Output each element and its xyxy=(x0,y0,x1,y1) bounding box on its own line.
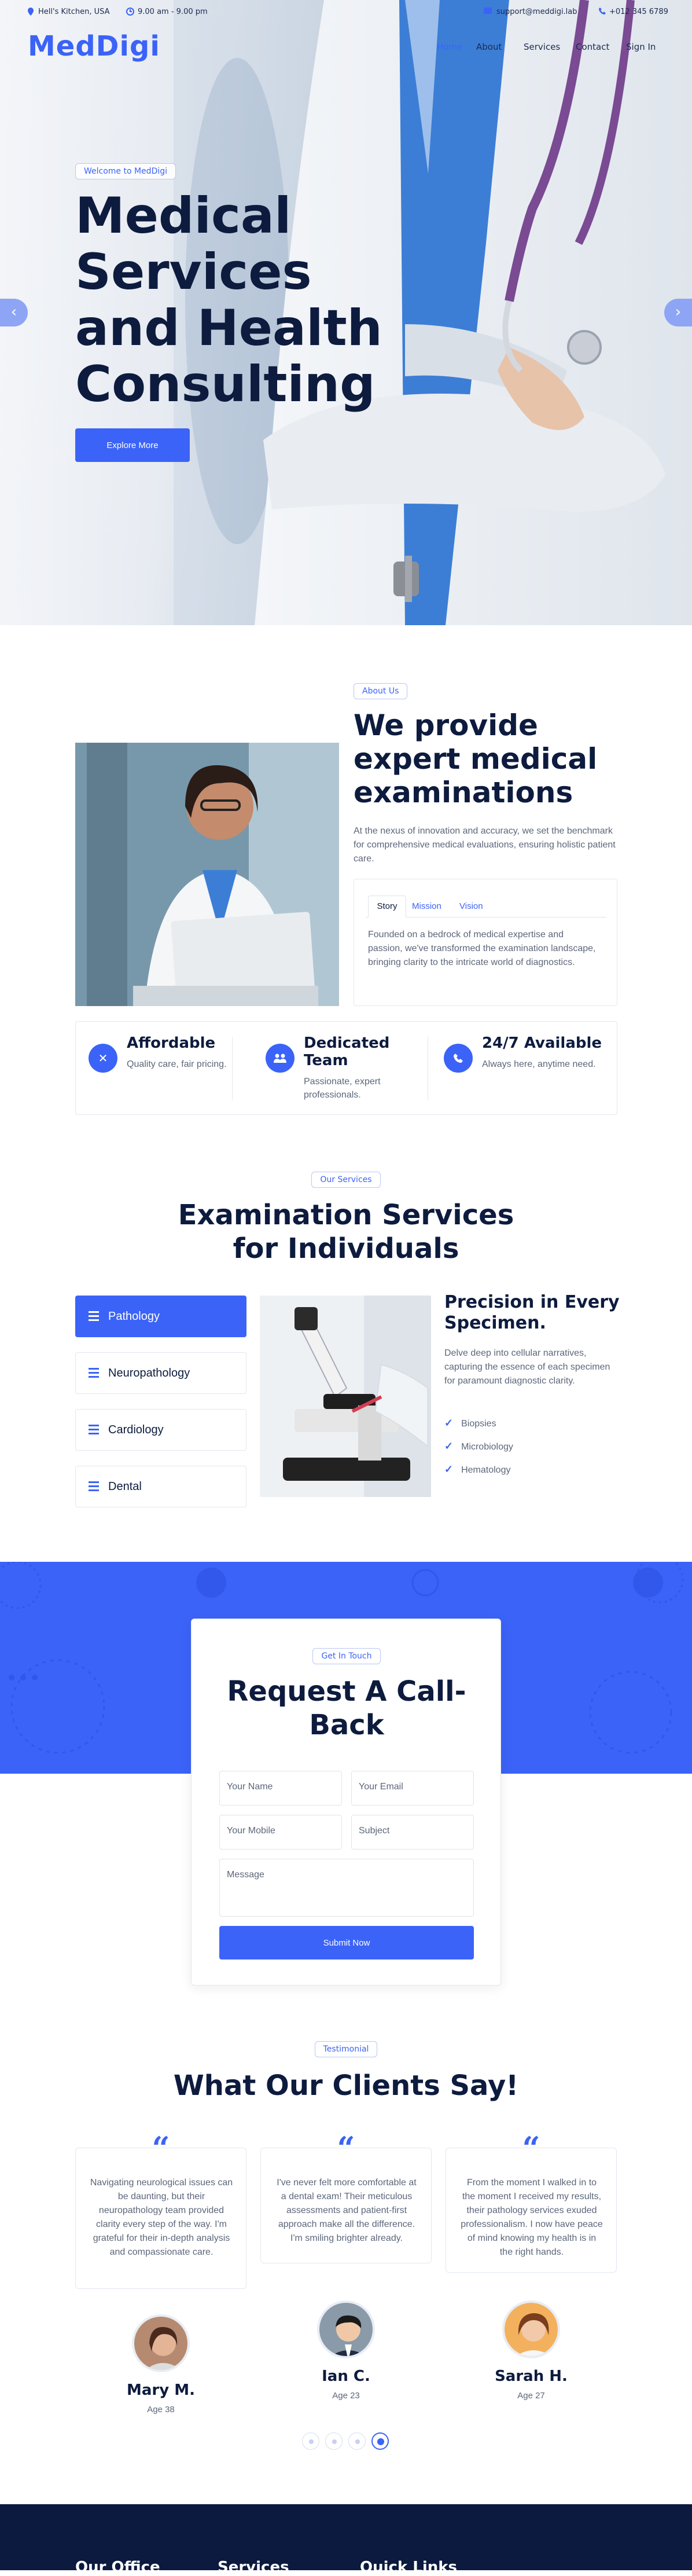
main-navbar: MedDigi Home About Services Contact Sign… xyxy=(0,25,692,72)
clock-icon xyxy=(126,8,134,18)
top-info-bar: Hell's Kitchen, USA 9.00 am - 9.00 pm su… xyxy=(0,0,692,25)
nav-sign-in[interactable]: Sign In xyxy=(626,42,656,52)
testimonial-title: What Our Clients Say! xyxy=(173,2069,519,2102)
feature-desc: Passionate, expert professionals. xyxy=(304,1077,381,1100)
hero-badge: Welcome to MedDigi xyxy=(75,163,176,179)
your-mobile-input[interactable]: Your Mobile xyxy=(219,1815,342,1850)
testimonial-card: Navigating neurological issues can be da… xyxy=(75,2148,246,2289)
brand-logo[interactable]: MedDigi xyxy=(28,30,160,63)
team-icon xyxy=(266,1044,295,1073)
list-icon xyxy=(89,1368,99,1380)
service-tab-pathology[interactable]: Pathology xyxy=(75,1296,246,1337)
footer-heading-quick-links: Quick Links xyxy=(360,2559,458,2576)
feature-title: Affordable xyxy=(127,1034,216,1052)
feature-title: 24/7 Available xyxy=(482,1034,602,1052)
list-icon xyxy=(89,1481,99,1494)
tab-content-text: Founded on a bedrock of medical expertis… xyxy=(368,930,596,967)
checklist-item: ✓ Biopsies xyxy=(444,1417,496,1429)
avatar xyxy=(502,2300,560,2358)
feature-desc: Quality care, fair pricing. xyxy=(127,1059,227,1069)
close-circle-icon: ✕ xyxy=(89,1044,117,1073)
about-intro: At the nexus of innovation and accuracy,… xyxy=(354,826,616,864)
carousel-dot-3[interactable] xyxy=(348,2432,366,2450)
phone-icon xyxy=(599,8,606,17)
avatar xyxy=(317,2300,375,2358)
tab-vision[interactable]: Vision xyxy=(459,901,483,911)
service-tab-dental[interactable]: Dental xyxy=(75,1466,246,1507)
testimonial-text: I've never felt more comfortable at a de… xyxy=(277,2178,417,2243)
testimonial-text: Navigating neurological issues can be da… xyxy=(90,2178,233,2257)
services-badge: Our Services xyxy=(311,1172,381,1188)
contact-title: Request A Call-Back xyxy=(227,1675,466,1741)
feature-dedicated-team: Dedicated Team Passionate, expert profes… xyxy=(266,1034,416,1104)
client-name: Ian C. xyxy=(322,2368,370,2385)
feature-24-7: 24/7 Available Always here, anytime need… xyxy=(444,1034,612,1104)
hero-prev-button[interactable]: ‹ xyxy=(0,299,28,326)
feature-title: Dedicated Team xyxy=(304,1034,390,1069)
service-tab-neuropathology[interactable]: Neuropathology xyxy=(75,1352,246,1394)
client-age: Age 38 xyxy=(147,2405,175,2414)
message-textarea[interactable]: Message xyxy=(219,1859,474,1917)
footer-heading-office: Our Office xyxy=(75,2559,160,2576)
site-footer: Our Office Services Quick Links xyxy=(0,2504,692,2576)
your-email-input[interactable]: Your Email xyxy=(351,1771,474,1806)
check-icon: ✓ xyxy=(444,1440,454,1452)
service-detail-text: Delve deep into cellular narratives, cap… xyxy=(444,1348,610,1386)
carousel-dot-1[interactable] xyxy=(302,2432,319,2450)
carousel-dot-4[interactable] xyxy=(371,2432,389,2450)
email-icon xyxy=(484,8,492,16)
client-name: Mary M. xyxy=(127,2381,195,2399)
about-tabs-card: Story Mission Vision Founded on a bedroc… xyxy=(354,879,617,1006)
hours-text: 9.00 am - 9.00 pm xyxy=(138,8,208,16)
service-detail-title: Precision in Every Specimen. xyxy=(444,1292,620,1333)
service-tab-cardiology[interactable]: Cardiology xyxy=(75,1409,246,1451)
phone-icon xyxy=(444,1044,473,1073)
hero-title: Medical Services and Health Consulting xyxy=(75,187,382,413)
contact-badge: Get In Touch xyxy=(312,1648,381,1664)
hero-next-button[interactable]: › xyxy=(664,299,692,326)
features-card: ✕ Affordable Quality care, fair pricing.… xyxy=(75,1021,617,1115)
nav-contact[interactable]: Contact xyxy=(576,42,609,52)
about-title: We provide expert medical examinations xyxy=(354,709,598,809)
checklist-item: ✓ Hematology xyxy=(444,1463,511,1475)
submit-now-button[interactable]: Submit Now xyxy=(219,1926,474,1959)
address-text: Hell's Kitchen, USA xyxy=(38,8,110,16)
check-icon: ✓ xyxy=(444,1463,454,1475)
doctor-laptop-image xyxy=(75,743,339,1006)
hero-section: Hell's Kitchen, USA 9.00 am - 9.00 pm su… xyxy=(0,0,692,625)
testimonial-text: From the moment I walked in to the momen… xyxy=(461,2178,603,2257)
explore-more-button[interactable]: Explore More xyxy=(75,428,190,462)
subject-input[interactable]: Subject xyxy=(351,1815,474,1850)
avatar xyxy=(132,2314,190,2372)
checklist-item: ✓ Microbiology xyxy=(444,1440,513,1452)
client-age: Age 27 xyxy=(517,2391,545,2401)
tab-story[interactable]: Story xyxy=(368,896,406,918)
nav-services[interactable]: Services xyxy=(524,42,560,52)
list-icon xyxy=(89,1425,99,1437)
phone-link[interactable]: +012 345 6789 xyxy=(609,8,668,16)
footer-heading-services: Services xyxy=(218,2559,289,2576)
services-title: Examination Services for Individuals xyxy=(178,1199,514,1265)
check-icon: ✓ xyxy=(444,1417,454,1429)
testimonial-badge: Testimonial xyxy=(314,2041,378,2057)
chevron-left-icon: ‹ xyxy=(10,303,17,321)
client-age: Age 23 xyxy=(332,2391,360,2401)
list-icon xyxy=(89,1311,99,1323)
your-name-input[interactable]: Your Name xyxy=(219,1771,342,1806)
tab-mission[interactable]: Mission xyxy=(412,901,441,911)
client-name: Sarah H. xyxy=(495,2368,568,2385)
feature-desc: Always here, anytime need. xyxy=(482,1059,596,1069)
testimonial-card: I've never felt more comfortable at a de… xyxy=(260,2148,432,2263)
nav-about[interactable]: About xyxy=(476,42,502,52)
callback-form-card: Get In Touch Request A Call-Back Your Na… xyxy=(191,1619,501,1986)
testimonial-card: From the moment I walked in to the momen… xyxy=(446,2148,617,2273)
microscope-image xyxy=(260,1296,431,1497)
nav-home[interactable]: Home xyxy=(437,42,462,52)
feature-affordable: ✕ Affordable Quality care, fair pricing. xyxy=(89,1034,239,1104)
carousel-dot-2[interactable] xyxy=(325,2432,343,2450)
chevron-right-icon: › xyxy=(675,303,682,321)
email-link[interactable]: support@meddigi.lab xyxy=(496,8,577,16)
about-badge: About Us xyxy=(354,683,408,699)
location-icon xyxy=(28,8,34,18)
